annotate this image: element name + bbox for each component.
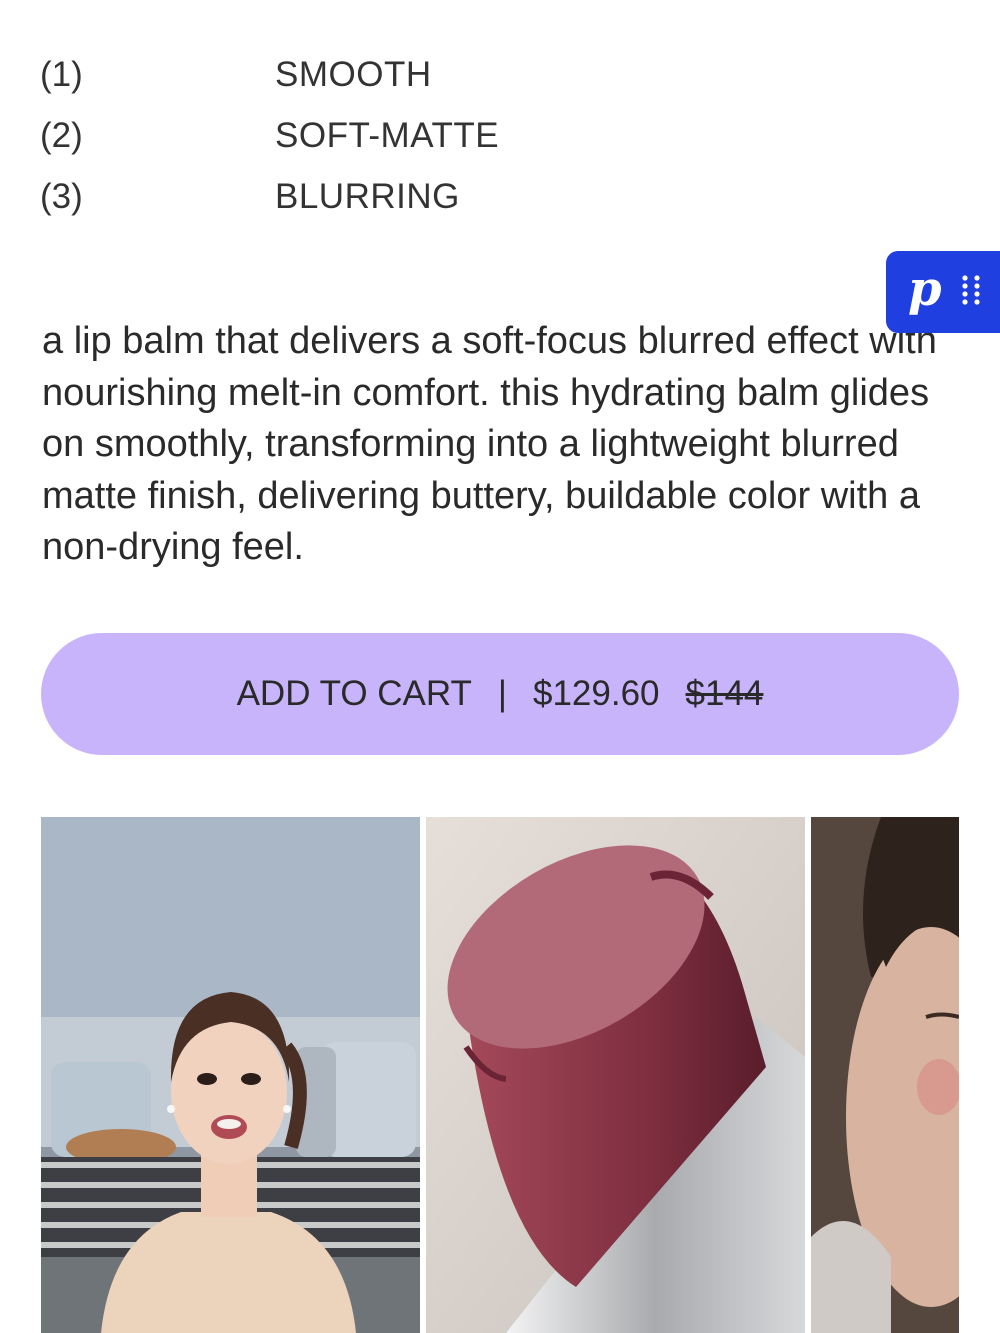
- feature-item: (3) BLURRING: [40, 166, 499, 227]
- widget-logo-icon: p: [908, 261, 942, 317]
- feature-name: SMOOTH: [275, 54, 432, 94]
- gallery-image-lipstick[interactable]: [426, 817, 805, 1333]
- feature-list: (1) SMOOTH (2) SOFT-MATTE (3) BLURRING: [40, 44, 499, 227]
- feature-number: (1): [40, 54, 83, 94]
- original-price: $144: [685, 674, 764, 713]
- product-gallery[interactable]: [41, 817, 959, 1333]
- floating-widget[interactable]: p: [886, 251, 1000, 333]
- gallery-image-model-video[interactable]: [41, 817, 420, 1333]
- product-description: a lip balm that delivers a soft-focus bl…: [42, 320, 937, 568]
- sale-price: $129.60: [533, 674, 660, 713]
- add-to-cart-label: ADD TO CART: [236, 674, 472, 713]
- feature-item: (2) SOFT-MATTE: [40, 105, 499, 166]
- feature-name: SOFT-MATTE: [275, 115, 500, 155]
- drag-handle-icon[interactable]: [960, 273, 982, 312]
- feature-number: (3): [40, 176, 83, 216]
- cart-separator: |: [497, 674, 507, 713]
- add-to-cart-button[interactable]: ADD TO CART | $129.60 $144: [41, 633, 959, 755]
- feature-item: (1) SMOOTH: [40, 44, 499, 105]
- feature-name: BLURRING: [275, 176, 460, 216]
- gallery-image-model-face[interactable]: [811, 817, 959, 1333]
- feature-number: (2): [40, 115, 83, 155]
